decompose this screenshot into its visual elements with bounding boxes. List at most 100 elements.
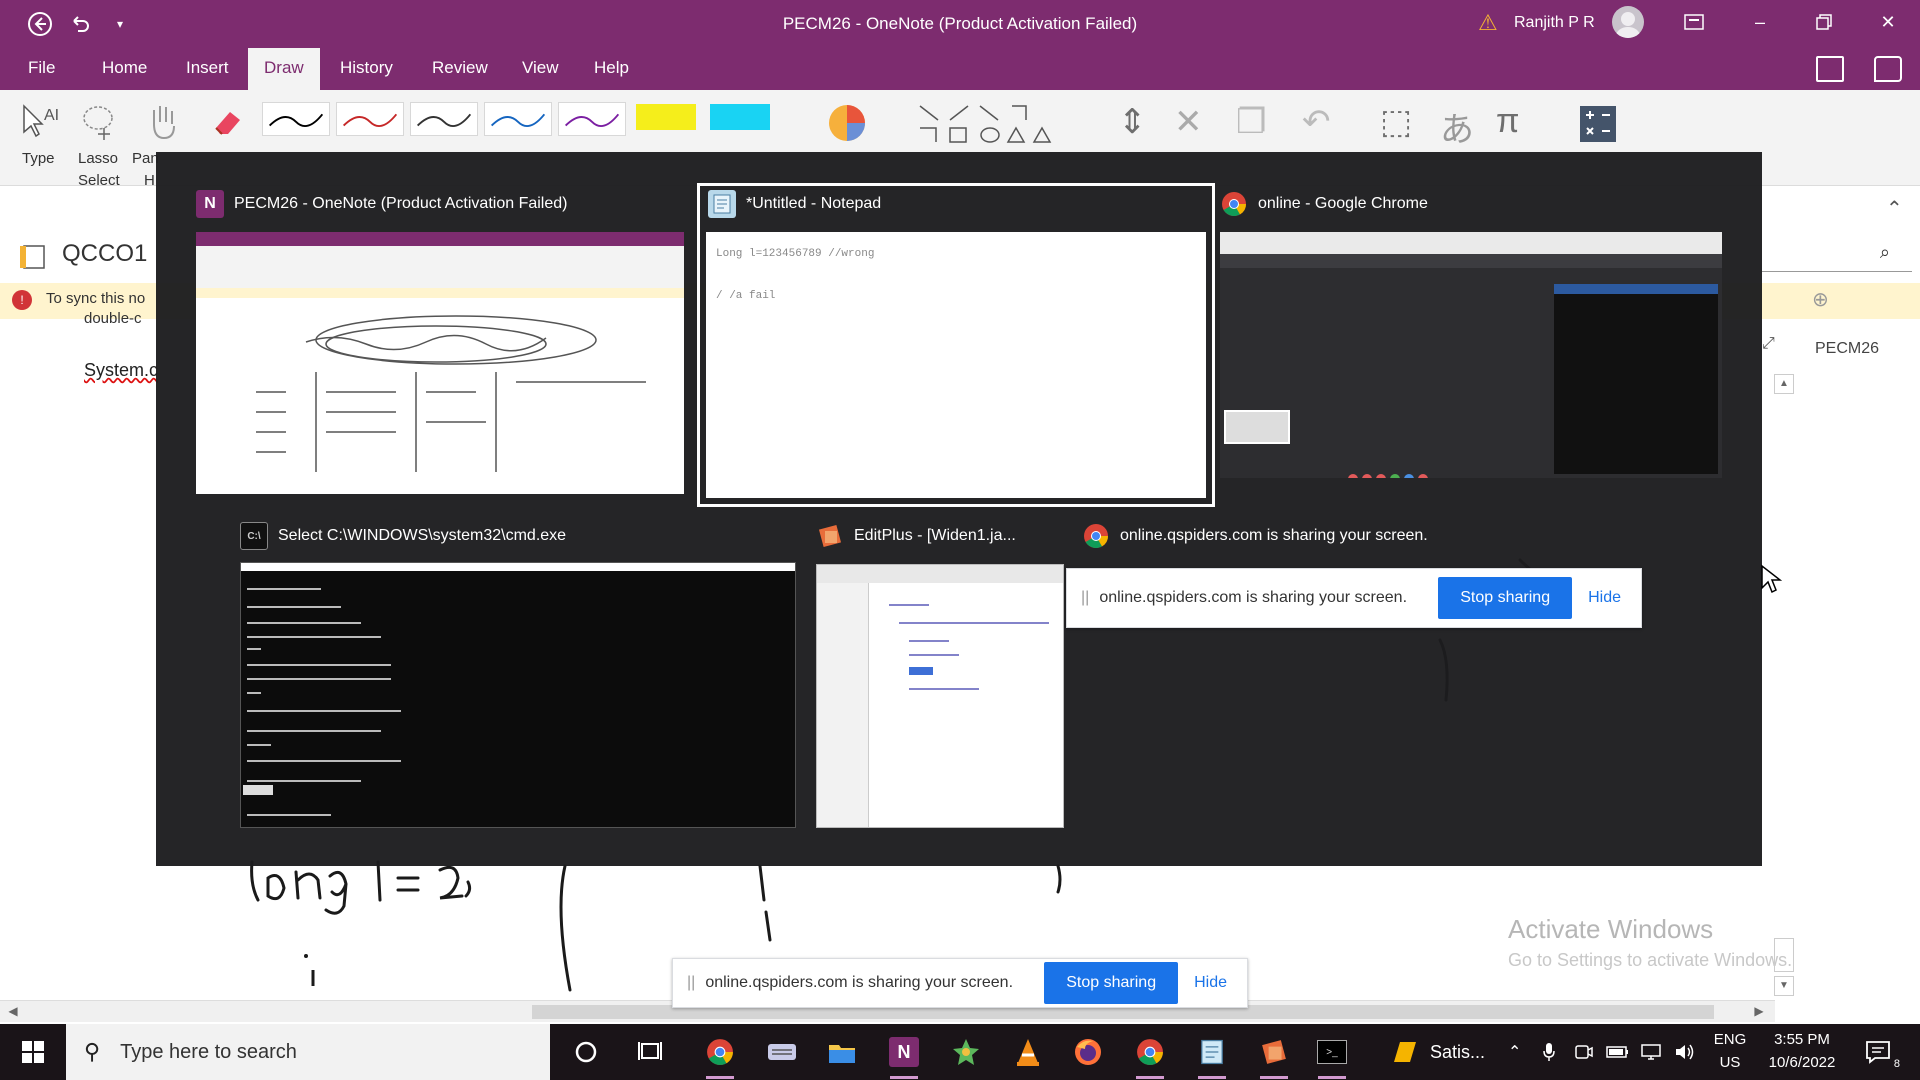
delete-icon[interactable]: ✕ xyxy=(1174,102,1203,142)
show-hidden-icons-icon[interactable]: ⌃ xyxy=(1508,1024,1521,1080)
switcher-card-cmd[interactable]: C:\ Select C:\WINDOWS\system32\cmd.exe xyxy=(240,518,800,858)
hide-button[interactable]: Hide xyxy=(1588,589,1621,607)
collapse-ribbon-icon[interactable]: ⌃ xyxy=(1886,196,1903,221)
firefox-icon[interactable] xyxy=(1068,1032,1108,1072)
stop-sharing-button[interactable]: Stop sharing xyxy=(1438,577,1573,619)
pan-hand-icon[interactable] xyxy=(146,102,182,142)
minimize-button[interactable]: – xyxy=(1728,0,1792,44)
taskbar-keyboard-icon[interactable] xyxy=(762,1032,802,1072)
taskbar-game-icon[interactable] xyxy=(946,1032,986,1072)
tab-file[interactable]: File xyxy=(28,58,55,78)
volume-icon[interactable] xyxy=(1674,1024,1696,1080)
scroll-down-icon[interactable]: ▼ xyxy=(1774,976,1794,996)
stop-sharing-button[interactable]: Stop sharing xyxy=(1044,962,1179,1004)
svg-text:AI: AI xyxy=(44,107,59,124)
close-button[interactable]: ✕ xyxy=(1856,0,1920,44)
tab-view[interactable]: View xyxy=(522,58,559,78)
eraser-icon[interactable] xyxy=(210,104,246,140)
tab-draw[interactable]: Draw xyxy=(248,48,320,90)
type-tool-icon[interactable]: AI xyxy=(20,102,64,142)
search-input[interactable]: ⌕ xyxy=(1762,238,1912,272)
shapes-gallery[interactable] xyxy=(916,102,1052,146)
warning-icon[interactable]: ⚠ xyxy=(1478,10,1498,36)
onenote-thumbnail xyxy=(196,232,684,494)
clock[interactable]: 3:55 PM 10/6/2022 xyxy=(1750,1028,1854,1074)
tab-help[interactable]: Help xyxy=(594,58,629,78)
taskbar-editplus-icon[interactable] xyxy=(1254,1032,1294,1079)
drag-handle-icon[interactable]: || xyxy=(1081,589,1089,607)
drag-handle-icon[interactable]: || xyxy=(687,974,695,992)
vertical-scrollbar[interactable]: ▲ ▼ xyxy=(1774,370,1796,1010)
network-icon[interactable] xyxy=(1640,1024,1662,1080)
switcher-card-onenote[interactable]: N PECM26 - OneNote (Product Activation F… xyxy=(196,186,684,500)
notebook-icon[interactable] xyxy=(18,244,48,270)
ribbon-display-options-icon[interactable] xyxy=(1662,0,1726,44)
ink-to-shape-icon[interactable]: ⬚ xyxy=(1380,102,1412,142)
color-wheel-icon[interactable] xyxy=(826,102,868,144)
battery-icon[interactable] xyxy=(1606,1024,1630,1080)
card-header: online.qspiders.com is sharing your scre… xyxy=(1082,518,1428,554)
vertical-scroll-thumb[interactable] xyxy=(1774,938,1794,972)
taskbar-sticky-icon[interactable] xyxy=(1384,1032,1424,1072)
insert-space-icon[interactable]: ⇕ xyxy=(1118,102,1147,142)
cortana-icon[interactable] xyxy=(566,1032,606,1072)
tab-home[interactable]: Home xyxy=(102,58,147,78)
add-section-icon[interactable]: ⊕ xyxy=(1812,287,1829,312)
restore-button[interactable] xyxy=(1792,0,1856,44)
pen-black[interactable] xyxy=(262,102,330,136)
taskbar-chrome-icon[interactable] xyxy=(700,1032,740,1079)
file-explorer-icon[interactable] xyxy=(822,1032,862,1072)
rotate-icon[interactable]: ↶ xyxy=(1302,102,1331,142)
section-tab-pecm26[interactable]: PECM26 xyxy=(1815,340,1879,358)
switcher-card-sharing[interactable]: online.qspiders.com is sharing your scre… xyxy=(1066,518,1642,638)
back-icon[interactable] xyxy=(26,10,54,38)
scroll-right-icon[interactable]: ▶ xyxy=(1750,1002,1768,1020)
sync-message-2: double-c xyxy=(84,310,142,327)
task-switcher: N PECM26 - OneNote (Product Activation F… xyxy=(156,152,1762,866)
editplus-thumbnail xyxy=(816,564,1064,828)
highlighter-cyan[interactable] xyxy=(710,104,770,130)
taskbar-satis-label[interactable]: Satis... xyxy=(1430,1024,1485,1080)
math-icon[interactable] xyxy=(1578,104,1618,144)
user-name[interactable]: Ranjith P R xyxy=(1514,14,1595,32)
tab-history[interactable]: History xyxy=(340,58,393,78)
taskbar-search-input[interactable]: ⚲ Type here to search xyxy=(66,1024,550,1080)
scroll-up-icon[interactable]: ▲ xyxy=(1774,374,1794,394)
tab-review[interactable]: Review xyxy=(432,58,488,78)
taskbar-notepad-icon[interactable] xyxy=(1192,1032,1232,1079)
quick-access-dropdown-icon[interactable]: ▾ xyxy=(106,10,134,38)
ink-to-math-icon[interactable]: π xyxy=(1496,102,1519,141)
vlc-icon[interactable] xyxy=(1008,1032,1048,1072)
microphone-icon[interactable] xyxy=(1542,1024,1556,1080)
start-button[interactable] xyxy=(0,1024,66,1080)
avatar[interactable] xyxy=(1612,6,1644,38)
comment-icon[interactable] xyxy=(1874,56,1902,82)
ink-to-text-icon[interactable]: あ xyxy=(1440,102,1474,151)
page-body-text[interactable]: System.c xyxy=(84,360,158,381)
highlighter-yellow[interactable] xyxy=(636,104,696,130)
task-view-icon[interactable] xyxy=(630,1032,670,1072)
taskbar-onenote-icon[interactable]: N xyxy=(884,1032,924,1079)
switcher-card-chrome[interactable]: online - Google Chrome xyxy=(1220,186,1722,500)
expand-icon[interactable]: ⤢ xyxy=(1762,335,1775,353)
scroll-left-icon[interactable]: ◀ xyxy=(4,1002,22,1020)
pen-blue[interactable] xyxy=(484,102,552,136)
tab-insert[interactable]: Insert xyxy=(186,58,229,78)
notebook-name[interactable]: QCCO1 xyxy=(62,240,147,268)
switcher-card-notepad[interactable]: *Untitled - Notepad Long l=123456789 //w… xyxy=(697,183,1215,507)
pen-red[interactable] xyxy=(336,102,404,136)
undo-icon[interactable] xyxy=(66,10,94,38)
pen-dark[interactable] xyxy=(410,102,478,136)
hide-button[interactable]: Hide xyxy=(1194,974,1227,992)
taskbar-cmd-icon[interactable]: >_ xyxy=(1312,1032,1352,1079)
title-bar: ▾ PECM26 - OneNote (Product Activation F… xyxy=(0,0,1920,48)
sticky-notes-icon[interactable] xyxy=(1816,56,1844,82)
meet-now-icon[interactable] xyxy=(1574,1024,1594,1080)
input-language[interactable]: ENG US xyxy=(1710,1028,1750,1074)
arrange-icon[interactable]: ❐ xyxy=(1236,102,1266,142)
pen-purple[interactable] xyxy=(558,102,626,136)
notification-center-icon[interactable]: 8 xyxy=(1858,1032,1900,1072)
lasso-select-icon[interactable] xyxy=(80,102,120,142)
switcher-card-editplus[interactable]: EditPlus - [Widen1.ja... xyxy=(816,518,1066,858)
taskbar-chrome-2-icon[interactable] xyxy=(1130,1032,1170,1079)
